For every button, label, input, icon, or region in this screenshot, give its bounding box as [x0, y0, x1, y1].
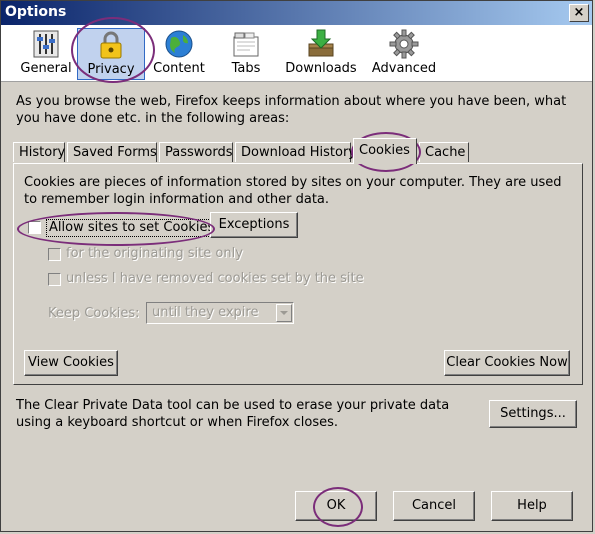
originating-site-checkbox[interactable]	[48, 248, 61, 261]
help-button[interactable]: Help	[491, 491, 573, 521]
toolbar-advanced[interactable]: Advanced	[369, 28, 439, 80]
tab-download-history[interactable]: Download History	[235, 142, 356, 162]
toolbar-tabs[interactable]: Tabs	[219, 28, 273, 80]
globe-icon	[165, 30, 193, 58]
options-window: Options × General Privacy Content Tabs D…	[0, 0, 593, 532]
toolbar-advanced-label: Advanced	[371, 61, 437, 76]
intro-text: As you browse the web, Firefox keeps inf…	[16, 94, 567, 126]
unless-removed-checkbox[interactable]	[48, 273, 61, 286]
toolbar-downloads-label: Downloads	[285, 61, 357, 76]
allow-cookies-checkbox[interactable]	[28, 221, 41, 234]
toolbar-general[interactable]: General	[15, 28, 77, 80]
toolbar-general-label: General	[20, 61, 72, 76]
category-toolbar: General Privacy Content Tabs Downloads A…	[1, 25, 592, 82]
toolbar-privacy[interactable]: Privacy	[77, 28, 145, 80]
settings-button[interactable]: Settings...	[489, 400, 577, 428]
title-bar[interactable]: Options ×	[1, 1, 592, 25]
keep-cookies-label: Keep Cookies:	[48, 306, 140, 321]
exceptions-button[interactable]: Exceptions	[210, 212, 298, 238]
tab-history[interactable]: History	[13, 142, 65, 162]
cancel-button[interactable]: Cancel	[393, 491, 475, 521]
toolbar-tabs-label: Tabs	[231, 61, 261, 76]
toolbar-content[interactable]: Content	[149, 28, 209, 80]
keep-cookies-select[interactable]: until they expire	[146, 302, 294, 324]
tab-cache[interactable]: Cache	[419, 142, 469, 162]
cookies-panel: Cookies are pieces of information stored…	[13, 163, 583, 385]
download-icon	[308, 29, 334, 57]
tab-saved-forms[interactable]: Saved Forms	[67, 142, 157, 162]
gear-icon	[389, 29, 419, 59]
toolbar-privacy-label: Privacy	[87, 62, 135, 77]
clear-cookies-now-button[interactable]: Clear Cookies Now	[444, 350, 570, 376]
tab-passwords[interactable]: Passwords	[159, 142, 233, 162]
cookies-description: Cookies are pieces of information stored…	[24, 175, 562, 207]
tab-cookies[interactable]: Cookies	[353, 138, 417, 164]
chevron-down-icon	[276, 304, 292, 322]
toolbar-downloads[interactable]: Downloads	[283, 28, 359, 80]
ok-button[interactable]: OK	[295, 491, 377, 521]
view-cookies-button[interactable]: View Cookies	[24, 350, 118, 376]
window-title: Options	[5, 4, 67, 20]
originating-site-label: for the originating site only	[66, 246, 243, 261]
unless-removed-label: unless I have removed cookies set by the…	[66, 271, 364, 286]
keep-cookies-value: until they expire	[152, 305, 259, 320]
clear-private-text: The Clear Private Data tool can be used …	[16, 398, 450, 430]
lock-icon	[100, 31, 122, 59]
close-button[interactable]: ×	[569, 4, 589, 22]
tabs-icon	[233, 32, 259, 57]
general-icon	[33, 30, 59, 58]
allow-cookies-label[interactable]: Allow sites to set Cookies	[46, 219, 218, 237]
toolbar-content-label: Content	[153, 61, 205, 76]
